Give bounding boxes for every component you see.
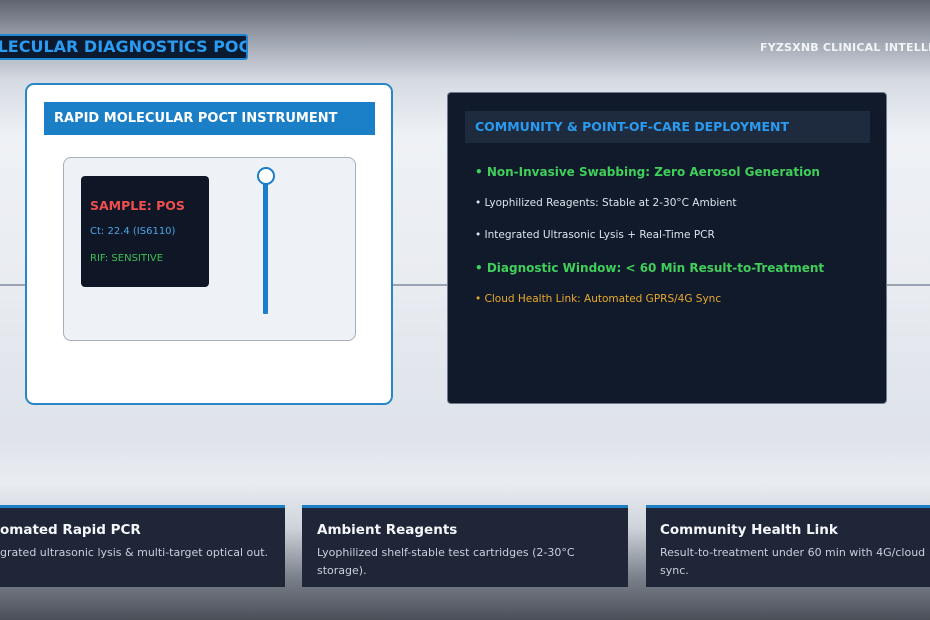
rif-status: RIF: SENSITIVE	[90, 253, 164, 264]
feature-card-rapid-pcr: omated Rapid PCR grated ultrasonic lysis…	[0, 505, 285, 587]
deployment-item-cloud-link: • Cloud Health Link: Automated GPRS/4G S…	[475, 293, 722, 305]
feature-card-community-health-link: Community Health Link Result-to-treatmen…	[646, 505, 930, 587]
page-title-banner: OLECULAR DIAGNOSTICS POCT	[0, 34, 248, 60]
brand-label: FYZSXNB CLINICAL INTELLIGE	[760, 41, 930, 54]
deployment-item-reagents: • Lyophilized Reagents: Stable at 2-30°C…	[475, 197, 737, 209]
instrument-card: RAPID MOLECULAR POCT INSTRUMENT SAMPLE: …	[25, 83, 393, 405]
page-title: OLECULAR DIAGNOSTICS POCT	[0, 37, 246, 56]
feature-description: grated ultrasonic lysis & multi-target o…	[0, 546, 269, 559]
sample-result: SAMPLE: POS	[90, 198, 185, 213]
deployment-item-lysis: • Integrated Ultrasonic Lysis + Real-Tim…	[475, 229, 715, 241]
deployment-title: COMMUNITY & POINT-OF-CARE DEPLOYMENT	[465, 111, 870, 143]
feature-description: Result-to-treatment under 60 min with 4G…	[660, 546, 926, 577]
feature-card-ambient-reagents: Ambient Reagents Lyophilized shelf-stabl…	[302, 505, 628, 587]
device-screen: SAMPLE: POS Ct: 22.4 (IS6110) RIF: SENSI…	[81, 176, 209, 287]
poct-device-illustration: SAMPLE: POS Ct: 22.4 (IS6110) RIF: SENSI…	[63, 157, 356, 341]
feature-title: Community Health Link	[660, 522, 838, 538]
deployment-item-diagnostic-window: • Diagnostic Window: < 60 Min Result-to-…	[475, 261, 825, 275]
instrument-title: RAPID MOLECULAR POCT INSTRUMENT	[44, 102, 375, 135]
feature-title: omated Rapid PCR	[0, 522, 141, 538]
swab-probe-knob	[257, 167, 275, 185]
deployment-item-swabbing: • Non-Invasive Swabbing: Zero Aerosol Ge…	[475, 165, 820, 179]
deployment-card: COMMUNITY & POINT-OF-CARE DEPLOYMENT • N…	[447, 92, 887, 404]
swab-probe-stem	[263, 180, 268, 314]
feature-title: Ambient Reagents	[317, 522, 458, 538]
feature-description: Lyophilized shelf-stable test cartridges…	[317, 546, 575, 577]
ct-value: Ct: 22.4 (IS6110)	[90, 226, 176, 237]
